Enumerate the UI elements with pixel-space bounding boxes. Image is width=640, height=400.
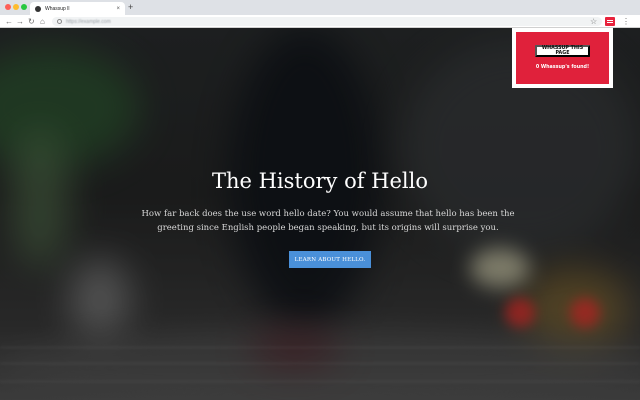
- tab-title: Whassup ll: [45, 5, 70, 12]
- close-window-icon[interactable]: [5, 4, 11, 10]
- forward-icon[interactable]: →: [16, 16, 24, 27]
- browser-toolbar: ← → ↻ ⌂ https://example.com ☆ ⋮: [0, 15, 640, 28]
- extension-popup-panel: WHASSUP THIS PAGE 0 Whassup's found!: [516, 32, 609, 84]
- home-icon[interactable]: ⌂: [40, 16, 45, 27]
- whassup-result-message: 0 Whassup's found!: [535, 65, 590, 70]
- browser-tab-bar: Whassup ll × +: [0, 0, 640, 15]
- browser-menu-icon[interactable]: ⋮: [622, 16, 630, 27]
- address-bar[interactable]: https://example.com: [52, 17, 602, 26]
- new-tab-button[interactable]: +: [128, 2, 133, 13]
- extension-popup: WHASSUP THIS PAGE 0 Whassup's found!: [512, 28, 613, 88]
- bookmark-star-icon[interactable]: ☆: [590, 16, 597, 27]
- favicon-icon: [35, 5, 41, 12]
- whassup-extension-icon[interactable]: [605, 17, 615, 26]
- tab-close-icon[interactable]: ×: [116, 6, 120, 12]
- page-title: The History of Hello: [211, 169, 428, 193]
- minimize-window-icon[interactable]: [13, 4, 19, 10]
- url-text: https://example.com: [66, 18, 111, 25]
- reload-icon[interactable]: ↻: [28, 16, 35, 27]
- browser-tab[interactable]: Whassup ll ×: [30, 2, 125, 15]
- site-info-icon[interactable]: [57, 19, 62, 24]
- learn-about-hello-button[interactable]: LEARN ABOUT HELLO.: [289, 251, 371, 268]
- whassup-this-page-button[interactable]: WHASSUP THIS PAGE: [535, 45, 590, 57]
- lead-paragraph: How far back does the use word hello dat…: [141, 209, 515, 233]
- back-icon[interactable]: ←: [5, 16, 13, 27]
- maximize-window-icon[interactable]: [21, 4, 27, 10]
